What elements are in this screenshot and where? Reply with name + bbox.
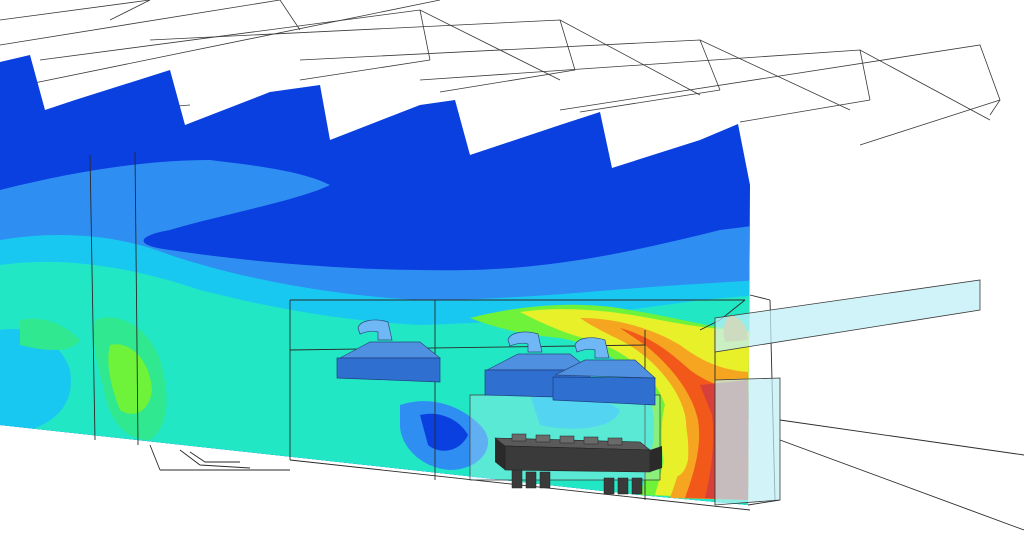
cfd-render-viewport xyxy=(0,0,1024,539)
cfd-scene-svg xyxy=(0,0,1024,531)
supply-duct xyxy=(714,279,981,506)
